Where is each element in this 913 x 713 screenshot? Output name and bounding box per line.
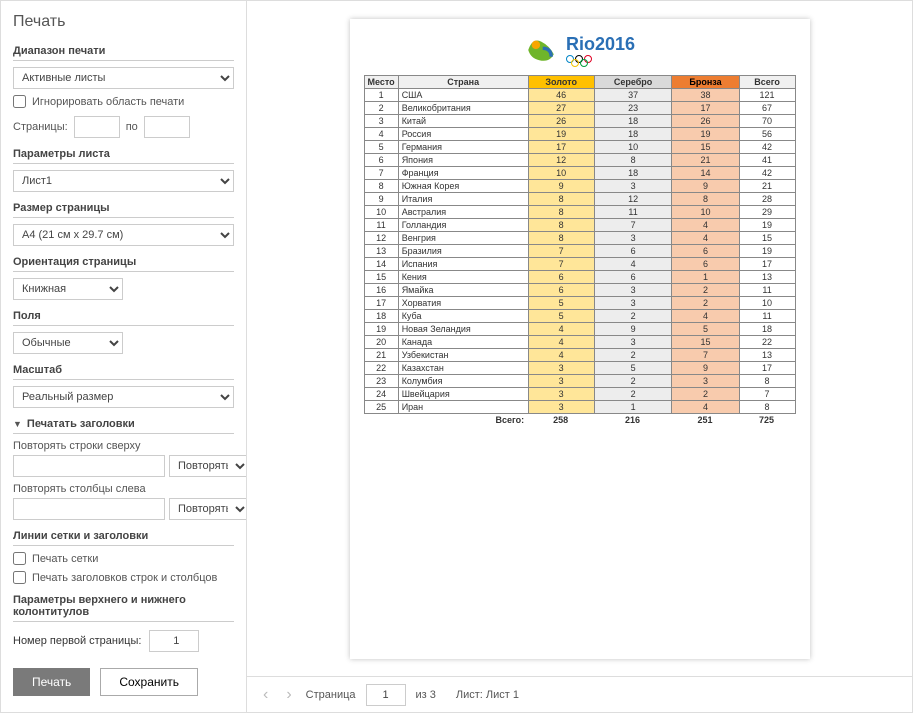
pages-from-label: Страницы: [13,121,68,133]
table-row: 2Великобритания27231767 [364,102,795,115]
table-row: 14Испания74617 [364,258,795,271]
table-row: 21Узбекистан42713 [364,349,795,362]
orientation-heading: Ориентация страницы [13,256,234,272]
scale-select[interactable]: Реальный размер [13,386,234,408]
table-header: Страна [398,76,528,89]
table-row: 13Бразилия76619 [364,245,795,258]
sheet-params-heading: Параметры листа [13,148,234,164]
table-row: 16Ямайка63211 [364,284,795,297]
table-row: 17Хорватия53210 [364,297,795,310]
page-size-heading: Размер страницы [13,202,234,218]
pages-to-label: по [126,121,138,133]
table-row: 10Австралия8111029 [364,206,795,219]
logo-text: Rio2016 [566,34,635,55]
table-row: 24Швейцария3227 [364,388,795,401]
print-headings-checkbox[interactable] [13,571,26,584]
table-row: 7Франция10181442 [364,167,795,180]
page-size-select[interactable]: A4 (21 см x 29.7 см) [13,224,234,246]
print-preview-area: Rio2016 МестоСтранаЗолотоСереброБронзаВс… [247,1,912,712]
table-row: 20Канада431522 [364,336,795,349]
preview-canvas: Rio2016 МестоСтранаЗолотоСереброБронзаВс… [247,1,912,676]
save-button[interactable]: Сохранить [100,668,198,696]
pages-from-input[interactable] [74,116,120,138]
margins-heading: Поля [13,310,234,326]
repeat-cols-input[interactable] [13,498,165,520]
table-header: Серебро [594,76,672,89]
ignore-print-area-row[interactable]: Игнорировать область печати [13,95,234,108]
next-page-button[interactable]: › [282,686,295,704]
table-row: 8Южная Корея93921 [364,180,795,193]
chevron-down-icon: ▼ [13,419,22,429]
print-grid-row[interactable]: Печать сетки [13,552,234,565]
rio-logo-icon [524,33,558,67]
print-grid-checkbox[interactable] [13,552,26,565]
first-page-input[interactable] [149,630,199,652]
table-row: 18Куба52411 [364,310,795,323]
table-row: 25Иран3148 [364,401,795,414]
sidebar-title: Печать [13,13,234,31]
logo-text-block: Rio2016 [566,34,635,67]
prev-page-button[interactable]: ‹ [259,686,272,704]
print-range-heading: Диапазон печати [13,45,234,61]
preview-page: Rio2016 МестоСтранаЗолотоСереброБронзаВс… [350,19,810,659]
print-headings-row[interactable]: Печать заголовков строк и столбцов [13,571,234,584]
pages-to-input[interactable] [144,116,190,138]
scale-heading: Масштаб [13,364,234,380]
table-header: Золото [528,76,594,89]
first-page-label: Номер первой страницы: [13,635,141,647]
print-settings-sidebar: Печать Диапазон печати Активные листы Иг… [1,1,247,712]
table-row: 9Италия812828 [364,193,795,206]
table-row: 15Кения66113 [364,271,795,284]
table-row: 6Япония1282141 [364,154,795,167]
margins-select[interactable]: Обычные [13,332,123,354]
repeat-rows-label: Повторять строки сверху [13,440,234,452]
table-row: 5Германия17101542 [364,141,795,154]
pager-bar: ‹ › Страница из 3 Лист: Лист 1 [247,676,912,712]
medals-table: МестоСтранаЗолотоСереброБронзаВсего 1США… [364,75,796,427]
print-range-select[interactable]: Активные листы [13,67,234,89]
repeat-cols-label: Повторять столбцы слева [13,483,234,495]
table-row: 3Китай26182670 [364,115,795,128]
sheet-select[interactable]: Лист1 [13,170,234,192]
header-footer-heading: Параметры верхнего и нижнего колонтитуло… [13,594,234,622]
table-row: 12Венгрия83415 [364,232,795,245]
repeat-rows-btn[interactable]: Повторять... [169,455,247,477]
page-of-label: из 3 [416,689,436,701]
table-row: 23Колумбия3238 [364,375,795,388]
table-header: Всего [739,76,795,89]
print-button[interactable]: Печать [13,668,90,696]
repeat-rows-input[interactable] [13,455,165,477]
olympic-rings-icon [566,55,635,67]
table-header: Место [364,76,398,89]
sheet-indicator: Лист: Лист 1 [456,689,519,701]
table-row: 11Голландия87419 [364,219,795,232]
page-number-input[interactable] [366,684,406,706]
ignore-print-area-checkbox[interactable] [13,95,26,108]
logo-row: Rio2016 [364,33,796,67]
table-row: 1США463738121 [364,89,795,102]
gridlines-heading: Линии сетки и заголовки [13,530,234,546]
repeat-cols-btn[interactable]: Повторять... [169,498,247,520]
orientation-select[interactable]: Книжная [13,278,123,300]
ignore-print-area-label: Игнорировать область печати [32,96,184,108]
table-row: 19Новая Зеландия49518 [364,323,795,336]
print-titles-toggle[interactable]: ▼ Печатать заголовки [13,418,234,434]
table-row: 22Казахстан35917 [364,362,795,375]
page-label: Страница [306,689,356,701]
table-header: Бронза [672,76,739,89]
table-row: 4Россия19181956 [364,128,795,141]
